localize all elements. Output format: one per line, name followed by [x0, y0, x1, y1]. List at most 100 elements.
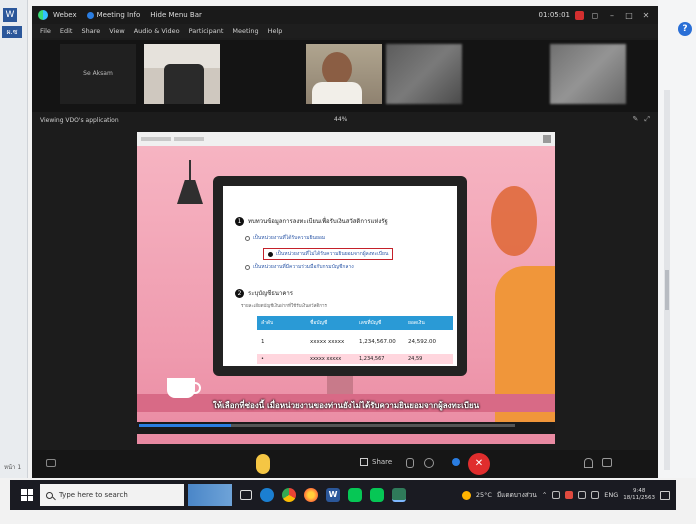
ribbon-tab-stub[interactable]: ผ.ซ: [2, 26, 22, 38]
participant-thumbnail[interactable]: [144, 44, 220, 104]
webex-taskbar-icon[interactable]: [392, 488, 406, 502]
weather-text[interactable]: มีแดดบางส่วน: [497, 490, 537, 500]
line-icon[interactable]: [348, 488, 362, 502]
menu-help[interactable]: Help: [268, 27, 283, 35]
shared-tab: [174, 137, 204, 141]
step-2-number: 2: [235, 288, 244, 298]
video-progress-bar[interactable]: [137, 422, 555, 434]
participant-thumbnail[interactable]: Se Aksam: [60, 44, 136, 104]
search-icon: [46, 491, 53, 499]
meeting-info-button[interactable]: Meeting Info: [86, 11, 140, 19]
radio-icon: [245, 235, 250, 241]
notification-icon[interactable]: [660, 490, 670, 500]
zoom-level[interactable]: 44%: [334, 116, 347, 123]
windows-taskbar: Type here to search W 25°C มีแดดบางส่วน …: [10, 480, 676, 510]
table-cell: 24,592.00: [408, 339, 436, 345]
table-header-cell: ยอดเงิน: [408, 320, 425, 326]
share-label: Share: [372, 458, 393, 466]
participant-name: Se Aksam: [83, 70, 113, 77]
network-icon[interactable]: [578, 491, 587, 499]
word-icon[interactable]: W: [326, 488, 340, 502]
menu-audio-video[interactable]: Audio & Video: [134, 27, 180, 35]
participant-thumbnail[interactable]: [386, 44, 462, 104]
recording-icon[interactable]: [575, 10, 584, 20]
annotate-icon[interactable]: ✎: [633, 115, 639, 124]
menu-share[interactable]: Share: [81, 27, 100, 35]
leave-meeting-button[interactable]: ✕: [468, 453, 490, 475]
monitor-illustration: 1 ทบทวนข้อมูลการลงทะเบียนเพื่อรับเงินสวั…: [213, 176, 467, 376]
share-icon: [360, 458, 368, 466]
radio-icon: [245, 264, 250, 270]
sharing-status-bar: Viewing VDO's application 44% ✎ ⤢: [32, 114, 658, 126]
lamp-wire: [189, 160, 191, 180]
table-cell: 1,234,567.00: [359, 339, 396, 345]
menu-file[interactable]: File: [40, 27, 51, 35]
participants-icon[interactable]: [584, 458, 593, 468]
table-cell: 24,59: [408, 356, 423, 362]
more-options-icon[interactable]: [452, 458, 460, 466]
share-view-options: ✎ ⤢: [633, 115, 650, 124]
search-highlight-image[interactable]: [188, 484, 232, 506]
close-icon[interactable]: ✕: [640, 11, 652, 20]
volume-icon[interactable]: [591, 491, 600, 499]
task-view-icon[interactable]: [240, 490, 252, 500]
firefox-icon[interactable]: [304, 488, 318, 502]
chrome-icon[interactable]: [282, 488, 296, 502]
chat-panel-icon[interactable]: [602, 458, 612, 467]
info-icon: [86, 11, 94, 19]
share-button[interactable]: Share: [360, 458, 392, 466]
table-row: • xxxxx xxxxx 1,234,567 24,59: [257, 354, 453, 364]
line-icon[interactable]: [370, 488, 384, 502]
table-cell: •: [261, 356, 264, 362]
table-header-cell: ลำดับ: [261, 320, 274, 326]
maximize-icon[interactable]: □: [623, 11, 635, 20]
step-1-option: เป็นหน่วยงานที่มีความร่วมมือกับกรมบัญชีก…: [245, 263, 354, 271]
fullscreen-icon[interactable]: ⤢: [644, 115, 650, 124]
menu-edit[interactable]: Edit: [60, 27, 73, 35]
menu-view[interactable]: View: [109, 27, 124, 35]
mute-button[interactable]: [256, 454, 270, 474]
webex-logo-icon: [38, 10, 48, 20]
participant-thumbnail[interactable]: [306, 44, 382, 104]
language-indicator[interactable]: ENG: [604, 491, 618, 499]
shared-content-area[interactable]: 1 ทบทวนข้อมูลการลงทะเบียนเพื่อรับเงินสวั…: [137, 132, 555, 444]
table-cell: 1: [261, 339, 265, 345]
weather-temp[interactable]: 25°C: [476, 491, 492, 499]
edge-icon[interactable]: [260, 488, 274, 502]
meeting-controls: Share ✕: [32, 450, 658, 478]
participant-silhouette: [164, 64, 204, 104]
title-right-controls: 01:05:01 ◻ – □ ✕: [539, 10, 658, 20]
chevron-up-icon[interactable]: ⌃: [542, 491, 547, 499]
viewing-label: Viewing VDO's application: [40, 116, 119, 124]
menu-meeting[interactable]: Meeting: [232, 27, 258, 35]
participant-thumbnail[interactable]: [550, 44, 626, 104]
hide-menu-bar-button[interactable]: Hide Menu Bar: [150, 11, 202, 19]
participant-strip: Se Aksam: [32, 40, 658, 112]
table-header-cell: เลขที่บัญชี: [359, 320, 382, 326]
tray-app-icon[interactable]: [552, 491, 561, 499]
grid-icon[interactable]: ◻: [589, 11, 601, 20]
menu-participant[interactable]: Participant: [189, 27, 224, 35]
record-icon[interactable]: [406, 458, 414, 468]
tray-app-icon[interactable]: [565, 491, 574, 499]
table-cell: xxxxx xxxxx: [310, 339, 345, 345]
windows-start-icon[interactable]: [16, 484, 38, 506]
taskbar-clock[interactable]: 9:48 18/11/2563: [623, 488, 655, 502]
step-2-title: ระบุบัญชีธนาคาร: [248, 290, 293, 297]
table-header-cell: ชื่อบัญชี: [310, 320, 328, 326]
help-icon[interactable]: ?: [678, 22, 692, 36]
monitor-stand: [327, 376, 353, 396]
weather-icon[interactable]: [461, 490, 471, 500]
title-bar: Webex Meeting Info Hide Menu Bar 01:05:0…: [32, 6, 658, 24]
menu-bar: File Edit Share View Audio & Video Parti…: [32, 24, 658, 38]
hide-menu-bar-label: Hide Menu Bar: [150, 11, 202, 19]
minimize-icon[interactable]: –: [606, 11, 618, 20]
step-2-note: รายละเอียดบัญชีเงินฝากที่ใช้รับเงินสวัสด…: [241, 304, 327, 308]
option-label: เป็นหน่วยงานที่ได้รับความยินยอม: [253, 235, 326, 241]
vertical-scrollbar[interactable]: [664, 90, 670, 470]
shared-tab: [141, 137, 171, 141]
taskbar-search-box[interactable]: Type here to search: [40, 484, 184, 506]
clock-time: 9:48: [632, 488, 646, 494]
chat-icon[interactable]: [46, 459, 56, 467]
reactions-icon[interactable]: [424, 458, 434, 468]
